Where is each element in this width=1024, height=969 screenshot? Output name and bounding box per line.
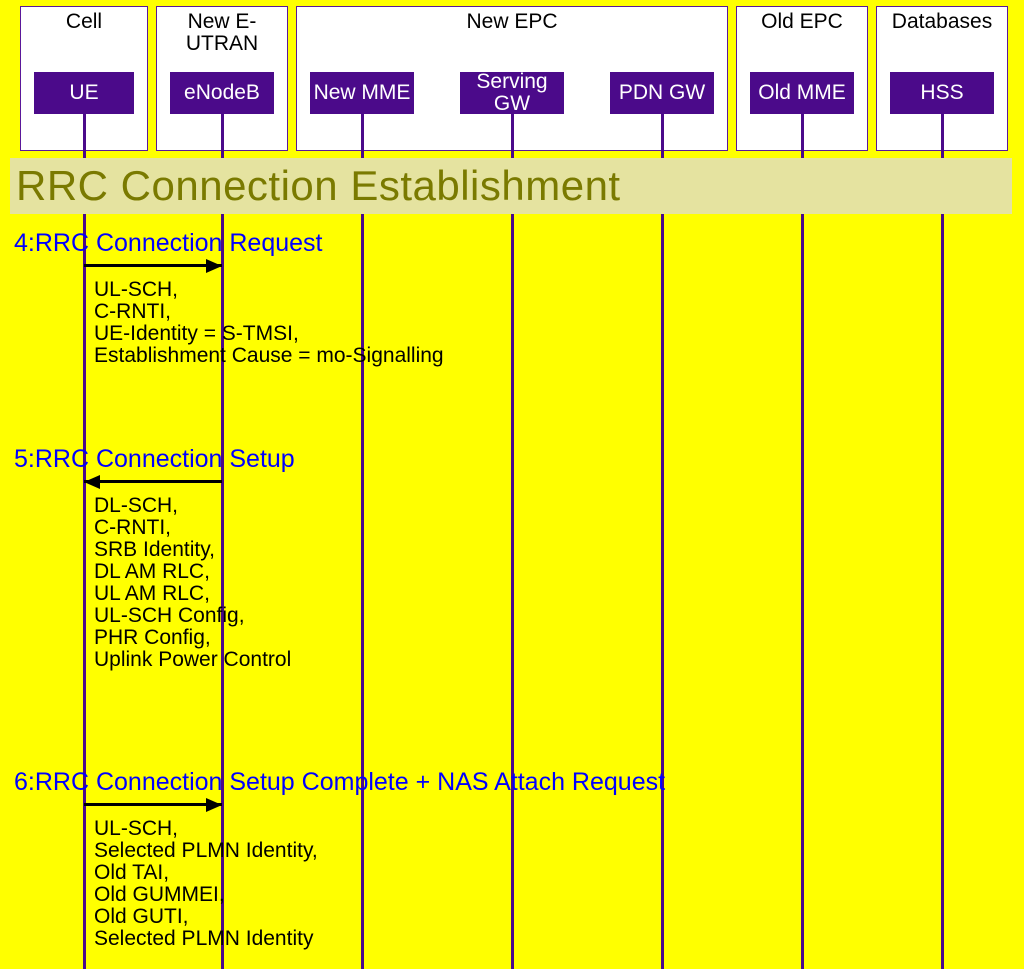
- message-title: 6:RRC Connection Setup Complete + NAS At…: [14, 768, 665, 797]
- lifeline: [801, 114, 804, 969]
- lifeline: [661, 114, 664, 969]
- lifeline: [511, 114, 514, 969]
- actor-box: UE: [34, 72, 134, 114]
- message-title: 5:RRC Connection Setup: [14, 445, 295, 474]
- group-label: New EPC: [297, 11, 727, 33]
- message-params: DL-SCH, C-RNTI, SRB Identity, DL AM RLC,…: [94, 495, 291, 671]
- message-arrow-line: [84, 803, 222, 806]
- sequence-diagram-canvas: Cell New E-UTRAN New EPC Old EPC Databases UE…: [0, 0, 1024, 969]
- arrow-head-left-icon: [84, 475, 100, 489]
- actor-box: HSS: [890, 72, 994, 114]
- group-label: New E-UTRAN: [157, 11, 287, 55]
- actor-box: Serving GW: [460, 72, 564, 114]
- message-title: 4:RRC Connection Request: [14, 229, 323, 258]
- group-label: Cell: [21, 11, 147, 33]
- message-arrow-line: [84, 264, 222, 267]
- section-banner: RRC Connection Establishment: [10, 158, 1012, 214]
- actor-box: PDN GW: [610, 72, 714, 114]
- actor-box: Old MME: [750, 72, 854, 114]
- actor-box: New MME: [310, 72, 414, 114]
- arrow-head-right-icon: [206, 259, 222, 273]
- lifeline: [361, 114, 364, 969]
- arrow-head-right-icon: [206, 798, 222, 812]
- message-params: UL-SCH, Selected PLMN Identity, Old TAI,…: [94, 818, 318, 950]
- group-label: Databases: [877, 11, 1007, 33]
- message-arrow-line: [84, 480, 222, 483]
- actor-box: eNodeB: [170, 72, 274, 114]
- message-params: UL-SCH, C-RNTI, UE-Identity = S-TMSI, Es…: [94, 279, 444, 367]
- lifeline: [941, 114, 944, 969]
- group-label: Old EPC: [737, 11, 867, 33]
